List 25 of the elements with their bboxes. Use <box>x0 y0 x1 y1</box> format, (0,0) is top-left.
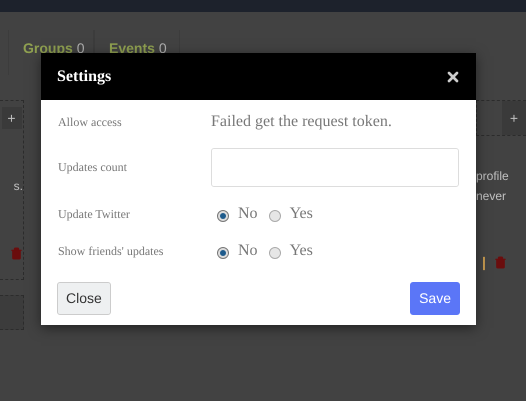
radio-label: No <box>238 204 258 224</box>
radio-label: Yes <box>290 204 313 224</box>
separator-text: | <box>482 253 486 272</box>
field-label: Update Twitter <box>58 206 131 222</box>
radio-label: Yes <box>290 240 313 260</box>
panel-text: profile <box>476 168 510 185</box>
trash-icon[interactable] <box>494 256 507 269</box>
input-field[interactable] <box>211 148 459 186</box>
save-button[interactable]: Save <box>410 282 460 315</box>
trash-icon[interactable] <box>10 247 23 260</box>
radio-button[interactable] <box>268 246 281 258</box>
radio-button[interactable] <box>217 210 229 222</box>
radio-label: No <box>238 240 258 260</box>
status-message: Failed get the request token. <box>211 112 392 132</box>
field-label: Updates count <box>58 159 128 176</box>
close-icon[interactable] <box>445 68 461 84</box>
radio-button[interactable] <box>217 246 229 258</box>
field-label: Allow access <box>58 114 123 130</box>
add-button[interactable]: + <box>2 107 22 129</box>
field-label: Show friends' updates <box>58 242 164 260</box>
add-button[interactable]: + <box>502 101 526 135</box>
panel-text: s. <box>14 178 23 195</box>
panel-text: never <box>476 188 508 205</box>
radio-button[interactable] <box>268 210 281 222</box>
close-button[interactable]: Close <box>57 282 111 315</box>
